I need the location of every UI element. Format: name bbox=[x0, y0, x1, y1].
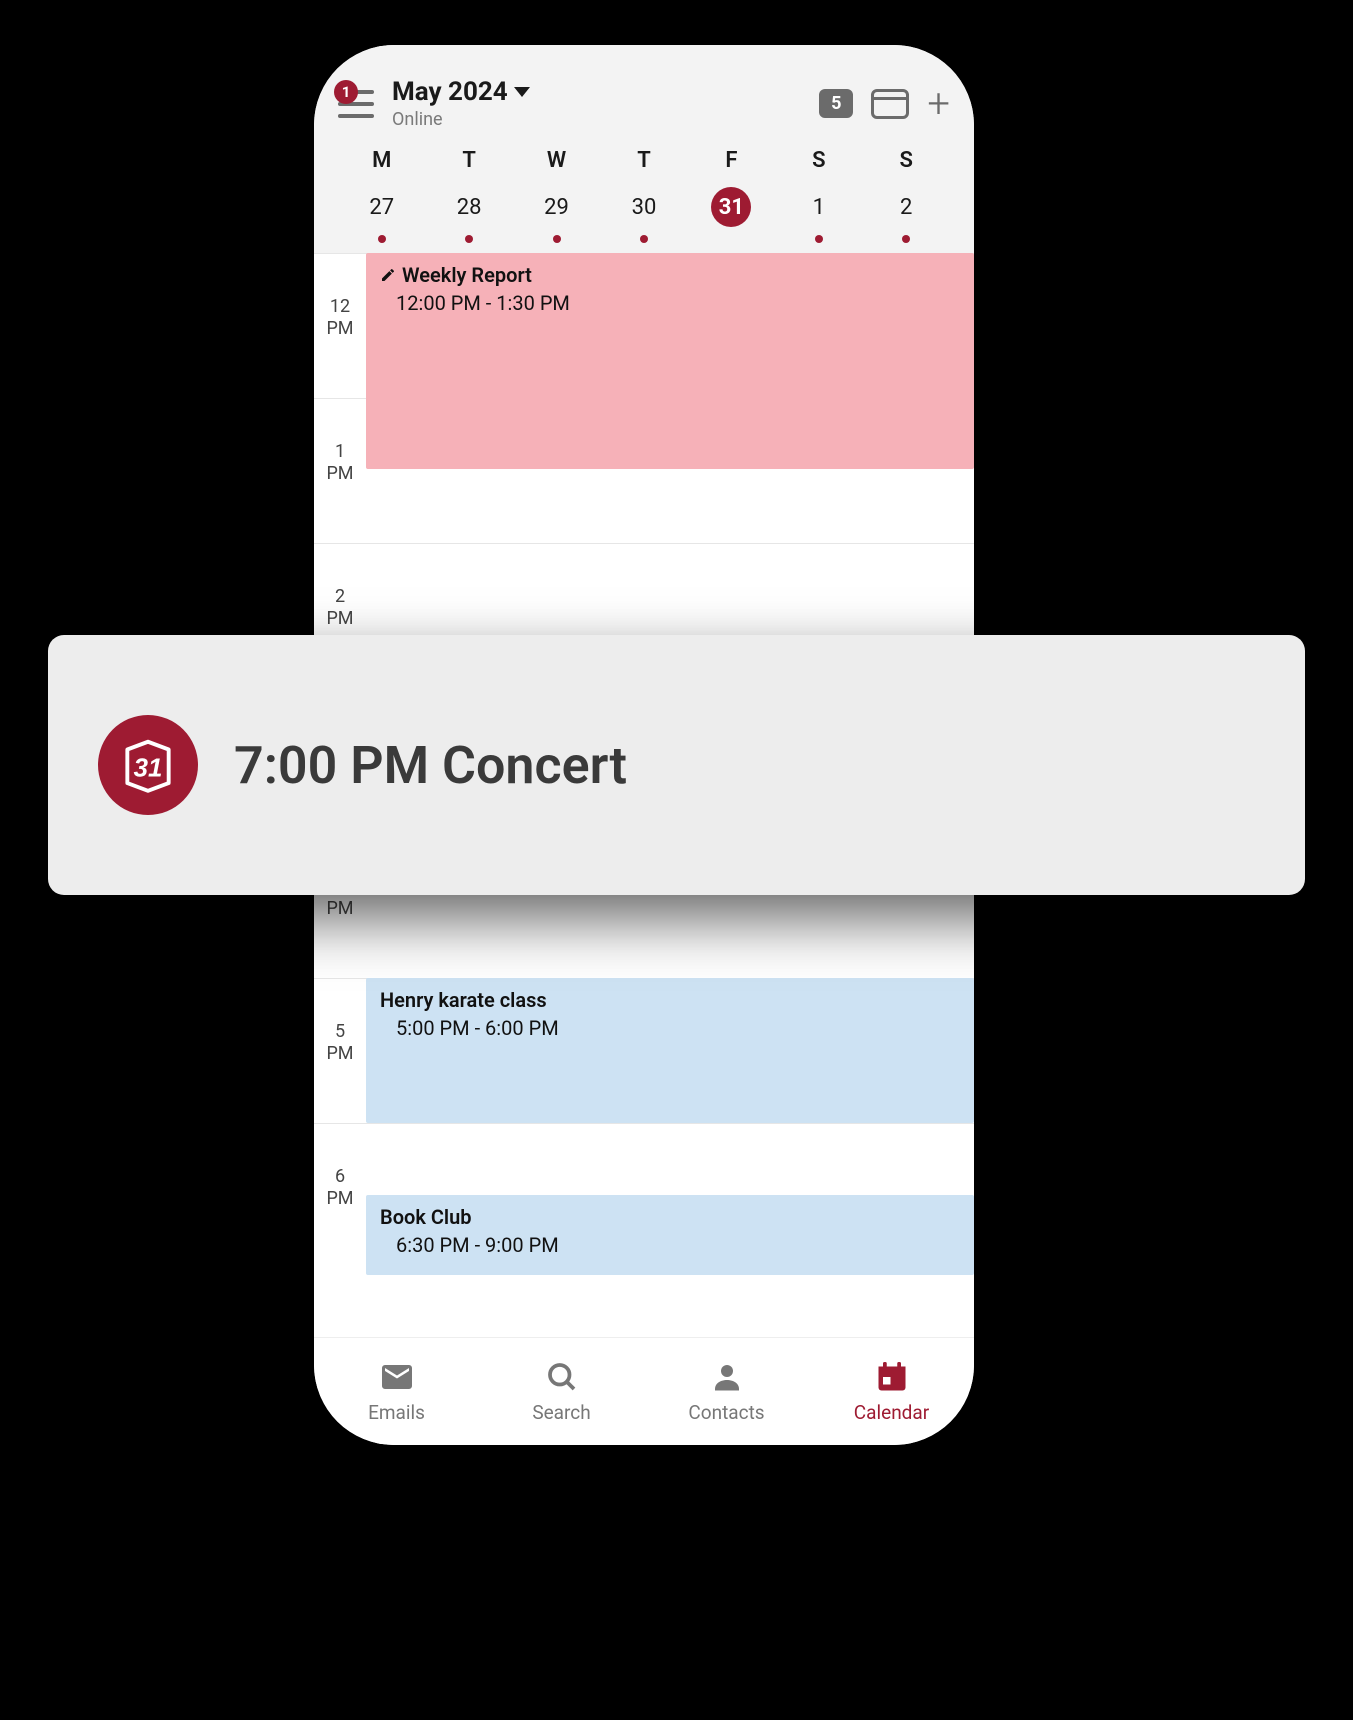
event-dot-icon bbox=[640, 235, 648, 243]
header-actions: 5 + bbox=[819, 84, 950, 124]
nav-label: Search bbox=[532, 1401, 590, 1424]
event-title: Book Club bbox=[380, 1205, 960, 1229]
day-name: T bbox=[600, 148, 687, 173]
month-selector[interactable]: May 2024 Online bbox=[392, 77, 819, 130]
month-title: May 2024 bbox=[392, 77, 508, 107]
calendar-header: 1 May 2024 Online 5 + M 27 T bbox=[314, 45, 974, 253]
add-event-button[interactable]: + bbox=[927, 84, 950, 124]
event-dot-icon bbox=[465, 235, 473, 243]
view-toggle-button[interactable] bbox=[871, 89, 909, 119]
day-name: W bbox=[513, 148, 600, 173]
event-karate[interactable]: Henry karate class 5:00 PM - 6:00 PM bbox=[366, 978, 974, 1123]
day-col-wed[interactable]: W 29 bbox=[513, 148, 600, 243]
header-top-row: 1 May 2024 Online 5 + bbox=[338, 77, 950, 130]
notification-text: 7:00 PM Concert bbox=[234, 735, 627, 796]
nav-label: Calendar bbox=[854, 1401, 929, 1424]
mail-icon bbox=[379, 1359, 415, 1395]
day-number: 30 bbox=[624, 187, 664, 227]
hour-label: 12PM bbox=[314, 254, 366, 398]
event-title: Henry karate class bbox=[380, 988, 960, 1012]
day-number: 1 bbox=[799, 187, 839, 227]
hour-label: 1PM bbox=[314, 399, 366, 543]
hour-label: 5PM bbox=[314, 979, 366, 1123]
week-day-row: M 27 T 28 W 29 T 30 F 31 bbox=[338, 148, 950, 253]
search-icon bbox=[544, 1359, 580, 1395]
event-book-club[interactable]: Book Club 6:30 PM - 9:00 PM bbox=[366, 1195, 974, 1275]
calendar-icon bbox=[874, 1359, 910, 1395]
menu-badge: 1 bbox=[334, 80, 358, 104]
nav-search[interactable]: Search bbox=[479, 1338, 644, 1445]
day-jump-button[interactable]: 5 bbox=[819, 89, 853, 118]
day-col-mon[interactable]: M 27 bbox=[338, 148, 425, 243]
event-time: 6:30 PM - 9:00 PM bbox=[396, 1233, 960, 1257]
day-name: M bbox=[338, 148, 425, 173]
day-col-tue[interactable]: T 28 bbox=[425, 148, 512, 243]
day-number-selected: 31 bbox=[711, 187, 751, 227]
day-col-fri[interactable]: F 31 bbox=[688, 148, 775, 243]
nav-label: Contacts bbox=[688, 1401, 764, 1424]
nav-emails[interactable]: Emails bbox=[314, 1338, 479, 1445]
event-dot-icon bbox=[902, 235, 910, 243]
nav-contacts[interactable]: Contacts bbox=[644, 1338, 809, 1445]
day-name: T bbox=[425, 148, 512, 173]
day-col-sat[interactable]: S 1 bbox=[775, 148, 862, 243]
day-number: 2 bbox=[886, 187, 926, 227]
bottom-nav: Emails Search Contacts Calendar bbox=[314, 1337, 974, 1445]
day-number: 29 bbox=[537, 187, 577, 227]
day-col-thu[interactable]: T 30 bbox=[600, 148, 687, 243]
calendar-app-icon: 31 bbox=[98, 715, 198, 815]
svg-text:31: 31 bbox=[134, 755, 163, 783]
chevron-down-icon bbox=[514, 87, 530, 97]
event-dot-icon bbox=[378, 235, 386, 243]
person-icon bbox=[709, 1359, 745, 1395]
nav-calendar[interactable]: Calendar bbox=[809, 1338, 974, 1445]
day-name: S bbox=[775, 148, 862, 173]
menu-button[interactable]: 1 bbox=[338, 90, 384, 118]
notification-banner[interactable]: 31 7:00 PM Concert bbox=[48, 635, 1305, 895]
day-number: 27 bbox=[362, 187, 402, 227]
event-dot-icon bbox=[553, 235, 561, 243]
event-time: 12:00 PM - 1:30 PM bbox=[396, 291, 960, 315]
event-time: 5:00 PM - 6:00 PM bbox=[396, 1016, 960, 1040]
event-weekly-report[interactable]: Weekly Report 12:00 PM - 1:30 PM bbox=[366, 253, 974, 469]
day-number: 28 bbox=[449, 187, 489, 227]
day-name: F bbox=[688, 148, 775, 173]
nav-label: Emails bbox=[368, 1401, 425, 1424]
hour-label: 6PM bbox=[314, 1124, 366, 1268]
event-title: Weekly Report bbox=[380, 263, 960, 287]
status-text: Online bbox=[392, 109, 819, 130]
day-col-sun[interactable]: S 2 bbox=[863, 148, 950, 243]
pencil-icon bbox=[380, 267, 396, 283]
day-name: S bbox=[863, 148, 950, 173]
event-dot-icon bbox=[815, 235, 823, 243]
